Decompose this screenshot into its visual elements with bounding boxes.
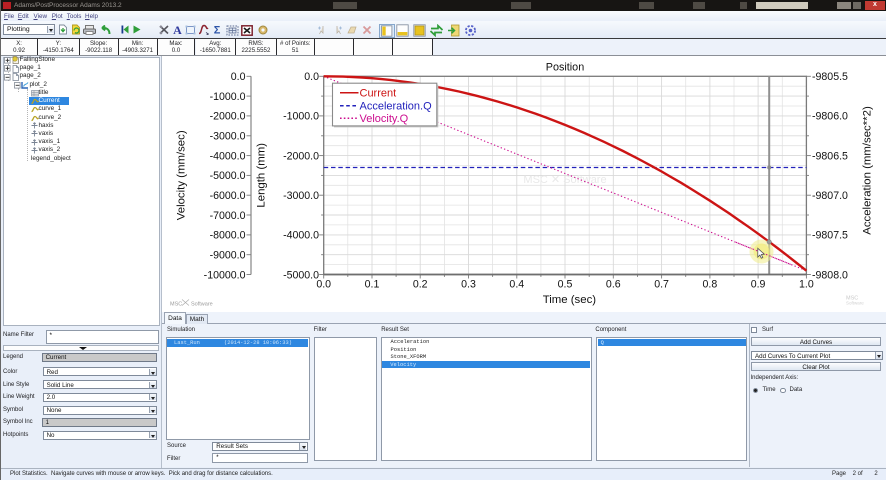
svg-text:-4000.0: -4000.0 [283,229,319,241]
svg-text:1.0: 1.0 [799,278,814,290]
svg-text:MSC ✕ Software: MSC ✕ Software [523,174,606,186]
svg-text:0.2: 0.2 [413,278,428,290]
svg-text:-5000.0: -5000.0 [283,269,319,281]
svg-text:-1000.0: -1000.0 [210,90,246,102]
svg-text:-9807.5: -9807.5 [812,229,848,241]
svg-text:-3000.0: -3000.0 [210,130,246,142]
svg-text:-3000.0: -3000.0 [283,190,319,202]
svg-text:Velocity.Q: Velocity.Q [360,113,409,125]
svg-text:-9808.0: -9808.0 [812,269,848,281]
svg-text:Current: Current [360,87,397,99]
svg-text:0.3: 0.3 [461,278,476,290]
svg-text:Software: Software [846,300,864,305]
svg-text:Σ: Σ [213,25,220,36]
svg-text:Acceleration (mm/sec**2): Acceleration (mm/sec**2) [862,106,874,235]
svg-text:0.1: 0.1 [365,278,380,290]
svg-text:-10000.0: -10000.0 [204,269,246,281]
svg-text:0.0: 0.0 [231,71,246,83]
svg-text:-8000.0: -8000.0 [210,229,246,241]
svg-text:Velocity (mm/sec): Velocity (mm/sec) [176,130,188,220]
svg-text:MSC: MSC [170,301,182,307]
svg-text:-9807.0: -9807.0 [812,190,848,202]
svg-text:Acceleration.Q: Acceleration.Q [360,100,433,112]
svg-text:0.4: 0.4 [509,278,524,290]
svg-text:Position: Position [546,61,584,73]
svg-text:-2000.0: -2000.0 [283,150,319,162]
svg-text:0.0: 0.0 [316,278,331,290]
svg-text:-5000.0: -5000.0 [210,170,246,182]
svg-text:0.6: 0.6 [606,278,621,290]
svg-text:-6000.0: -6000.0 [210,190,246,202]
svg-text:-7000.0: -7000.0 [210,209,246,221]
svg-text:Software: Software [191,301,213,307]
svg-text:Length (mm): Length (mm) [256,142,268,207]
svg-text:0.7: 0.7 [654,278,669,290]
svg-text:0.8: 0.8 [703,278,718,290]
svg-text:-9806.5: -9806.5 [812,150,848,162]
svg-text:-9000.0: -9000.0 [210,249,246,261]
svg-text:0.9: 0.9 [751,278,766,290]
svg-text:-2000.0: -2000.0 [210,110,246,122]
svg-text:0.5: 0.5 [558,278,573,290]
svg-text:0.0: 0.0 [304,71,319,83]
svg-text:-1000.0: -1000.0 [283,110,319,122]
svg-text:-9806.0: -9806.0 [812,110,848,122]
svg-text:Time (sec): Time (sec) [543,293,597,305]
svg-text:-4000.0: -4000.0 [210,150,246,162]
svg-text:-9805.5: -9805.5 [812,71,848,83]
svg-text:A: A [173,24,182,35]
